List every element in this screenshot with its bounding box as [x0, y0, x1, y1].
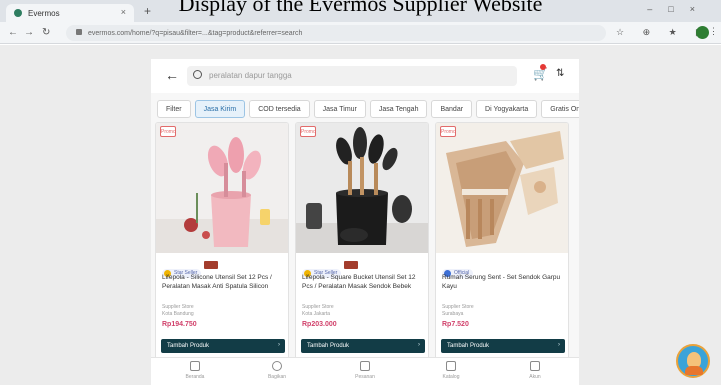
url-field[interactable]: evermos.com/home/?q=pisau&filter=...&tag…: [66, 25, 606, 41]
cart-icon[interactable]: 🛒: [533, 64, 548, 81]
product-location: Kota Jakarta: [302, 311, 331, 317]
seller-badges: Star Seller: [302, 261, 359, 278]
product-card[interactable]: Promo Official Rumah Serung Sent - Set S…: [435, 122, 569, 366]
filter-chip[interactable]: Jasa Tengah: [369, 100, 428, 118]
browser-menu-icon[interactable]: ⋮: [709, 26, 718, 37]
add-product-button[interactable]: Tambah Produk ›: [161, 339, 285, 353]
helper-body-icon: [685, 366, 703, 375]
product-card[interactable]: Promo Star Seller Lifepola - Silicone Ut…: [155, 122, 289, 366]
cart-badge: [540, 64, 546, 70]
add-product-button[interactable]: Tambah Produk ›: [301, 339, 425, 353]
home-icon: [190, 361, 200, 371]
product-image: [296, 123, 428, 253]
add-product-button[interactable]: Tambah Produk ›: [441, 339, 565, 353]
share-icon: [272, 361, 282, 371]
orders-icon: [360, 361, 370, 371]
nav-item-orders[interactable]: Pesanan: [335, 361, 395, 380]
product-seller: Supplier Store: [162, 304, 194, 310]
store-icon: [344, 261, 359, 269]
nav-item-account[interactable]: Akun: [505, 361, 565, 380]
nav-label: Pesanan: [355, 374, 375, 380]
search-header: ← peralatan dapur tangga 🛒 ⇅: [151, 59, 579, 93]
add-product-label: Tambah Produk: [447, 343, 490, 349]
address-bar-row: ← → ↻ evermos.com/home/?q=pisau&filter=.…: [0, 22, 721, 44]
nav-label: Akun: [529, 374, 541, 380]
nav-label: Beranda: [185, 374, 205, 380]
catalog-icon: [446, 361, 456, 371]
seller-badges: Official: [442, 261, 474, 278]
account-icon: [530, 361, 540, 371]
product-seller: Supplier Store: [442, 304, 474, 310]
filter-chip[interactable]: Bandar: [431, 100, 473, 118]
nav-label: Katalog: [442, 374, 460, 380]
lock-icon: [76, 29, 82, 35]
product-location: Kota Bandung: [162, 311, 194, 317]
product-name[interactable]: Rumah Serung Sent - Set Sendok Garpu Kay…: [442, 274, 564, 291]
url-text: evermos.com/home/?q=pisau&filter=...&tag…: [88, 30, 303, 37]
nav-item-share[interactable]: Bagikan: [247, 361, 307, 380]
filter-chip[interactable]: Jasa Timur: [313, 100, 366, 118]
product-name[interactable]: Lifepola - Silicone Utensil Set 12 Pcs /…: [162, 274, 284, 291]
filter-chip[interactable]: COD tersedia: [249, 100, 310, 118]
promo-tag: Promo: [440, 126, 456, 137]
back-nav-icon[interactable]: ←: [8, 27, 18, 38]
product-grid: Promo Star Seller Lifepola - Silicone Ut…: [155, 122, 579, 384]
app-container: ← peralatan dapur tangga 🛒 ⇅ Filter Jasa …: [151, 59, 579, 385]
store-icon: [204, 261, 219, 269]
product-price: Rp194.750: [162, 321, 197, 328]
nav-label: Bagikan: [267, 374, 287, 380]
nav-item-catalog[interactable]: Katalog: [421, 361, 481, 380]
product-image: [436, 123, 568, 253]
product-name[interactable]: Lifepola - Square Bucket Utensil Set 12 …: [302, 274, 424, 291]
arrow-left-icon[interactable]: ←: [165, 67, 179, 83]
product-location: Surabaya: [442, 311, 464, 317]
nav-item-home[interactable]: Beranda: [165, 361, 225, 380]
search-icon: [193, 70, 202, 79]
page-viewport: ← peralatan dapur tangga 🛒 ⇅ Filter Jasa …: [0, 45, 721, 385]
product-seller: Supplier Store: [302, 304, 334, 310]
filter-chip[interactable]: Gratis Ongkir: [541, 100, 579, 118]
sort-icon[interactable]: ⇅: [556, 68, 564, 79]
filter-chip[interactable]: Filter: [157, 100, 191, 118]
search-query: peralatan dapur tangga: [209, 71, 292, 80]
product-image: [156, 123, 288, 253]
product-card[interactable]: Promo Star Seller Lifepola - Square Buck…: [295, 122, 429, 366]
search-input[interactable]: peralatan dapur tangga: [187, 66, 517, 86]
bottom-navigation: Beranda Bagikan Pesanan Katalog Akun: [151, 357, 579, 385]
promo-tag: Promo: [160, 126, 176, 137]
forward-nav-icon[interactable]: →: [24, 27, 34, 38]
add-product-label: Tambah Produk: [167, 343, 210, 349]
page-caption: Display of the Evermos Supplier Website: [178, 0, 543, 16]
profile-avatar[interactable]: [696, 26, 709, 39]
chevron-right-icon: ›: [558, 342, 560, 348]
chevron-right-icon: ›: [278, 342, 280, 348]
helper-avatar-button[interactable]: [676, 344, 710, 378]
seller-badges: Star Seller: [162, 261, 219, 278]
add-product-label: Tambah Produk: [307, 343, 350, 349]
reload-icon[interactable]: ↻: [42, 27, 50, 38]
filter-chips: Filter Jasa Kirim COD tersedia Jasa Timur Ja…: [157, 98, 579, 118]
filter-chip[interactable]: Jasa Kirim: [194, 100, 246, 118]
product-price: Rp203.000: [302, 321, 337, 328]
filter-chip[interactable]: Di Yogyakarta: [476, 100, 538, 118]
chevron-right-icon: ›: [418, 342, 420, 348]
product-price: Rp7.520: [442, 321, 469, 328]
promo-tag: Promo: [300, 126, 316, 137]
